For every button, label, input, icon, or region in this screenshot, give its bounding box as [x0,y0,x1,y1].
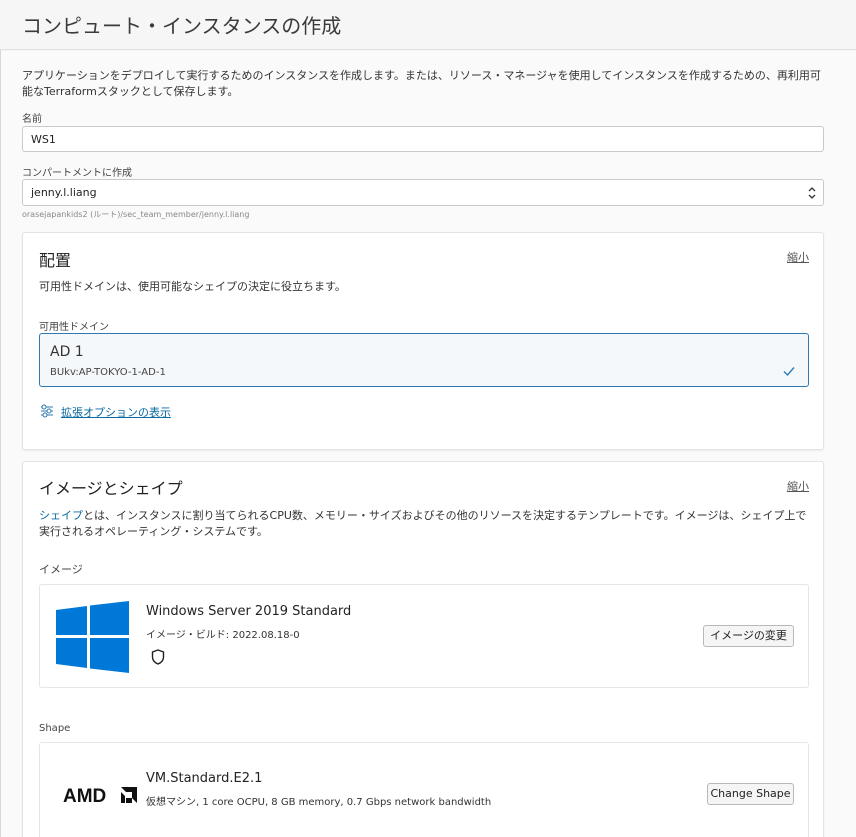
name-label: 名前 [22,114,42,125]
shield-icon [151,649,165,665]
page-header: コンピュート・インスタンスの作成 [0,0,856,50]
svg-text:AMD: AMD [63,786,106,804]
amd-logo: AMD [63,786,137,804]
ad-id: BUkv:AP-TOKYO-1-AD-1 [50,367,166,378]
change-image-button[interactable]: イメージの変更 [703,625,794,647]
check-icon [783,367,795,377]
image-shape-card: イメージとシェイプ 縮小 シェイプとは、インスタンスに割り当てられるCPU数、メ… [22,461,824,837]
shape-name: VM.Standard.E2.1 [146,771,263,786]
compartment-value: jenny.l.liang [31,186,97,199]
ad-label: 可用性ドメイン [39,322,109,333]
change-shape-button[interactable]: Change Shape [707,783,794,805]
image-build: イメージ・ビルド: 2022.08.18-0 [146,630,300,641]
windows-logo-icon [56,601,129,673]
advanced-options-link[interactable]: 拡張オプションの表示 [61,404,171,420]
compartment-label: コンパートメントに作成 [22,168,132,179]
name-input[interactable] [22,126,824,152]
intro-text: アプリケーションをデプロイして実行するためのインスタンスを作成します。または、リ… [22,69,821,98]
placement-card: 配置 縮小 可用性ドメインは、使用可能なシェイプの決定に役立ちます。 可用性ドメ… [22,232,824,450]
select-chevron-icon [808,187,816,199]
page-title: コンピュート・インスタンスの作成 [22,14,342,38]
ad-tile-selected[interactable]: AD 1 BUkv:AP-TOKYO-1-AD-1 [39,333,809,387]
image-shape-desc-text: とは、インスタンスに割り当てられるCPU数、メモリー・サイズおよびその他のリソー… [39,509,807,538]
image-shape-description: シェイプとは、インスタンスに割り当てられるCPU数、メモリー・サイズおよびその他… [39,508,811,540]
image-name: Windows Server 2019 Standard [146,604,352,619]
sliders-icon [41,404,53,418]
shape-description: 仮想マシン, 1 core OCPU, 8 GB memory, 0.7 Gbp… [146,797,492,808]
placement-description: 可用性ドメインは、使用可能なシェイプの決定に役立ちます。 [39,280,346,293]
shape-tile: AMD VM.Standard.E2.1 仮想マシン, 1 core OCPU,… [39,742,809,837]
image-tile: Windows Server 2019 Standard イメージ・ビルド: 2… [39,584,809,688]
placement-title: 配置 [39,251,72,270]
ad-name: AD 1 [50,344,84,360]
image-shape-title: イメージとシェイプ [39,479,183,498]
compartment-path: orasejapankids2 (ルート)/sec_team_member/je… [22,210,250,219]
main-content: アプリケーションをデプロイして実行するためのインスタンスを作成します。または、リ… [1,51,856,837]
shape-help-link[interactable]: シェイプ [39,509,83,522]
image-shape-collapse-link[interactable]: 縮小 [787,478,809,494]
image-label: イメージ [39,563,83,576]
shape-label: Shape [39,723,71,734]
placement-collapse-link[interactable]: 縮小 [787,249,809,265]
compartment-select[interactable]: jenny.l.liang [22,179,824,206]
